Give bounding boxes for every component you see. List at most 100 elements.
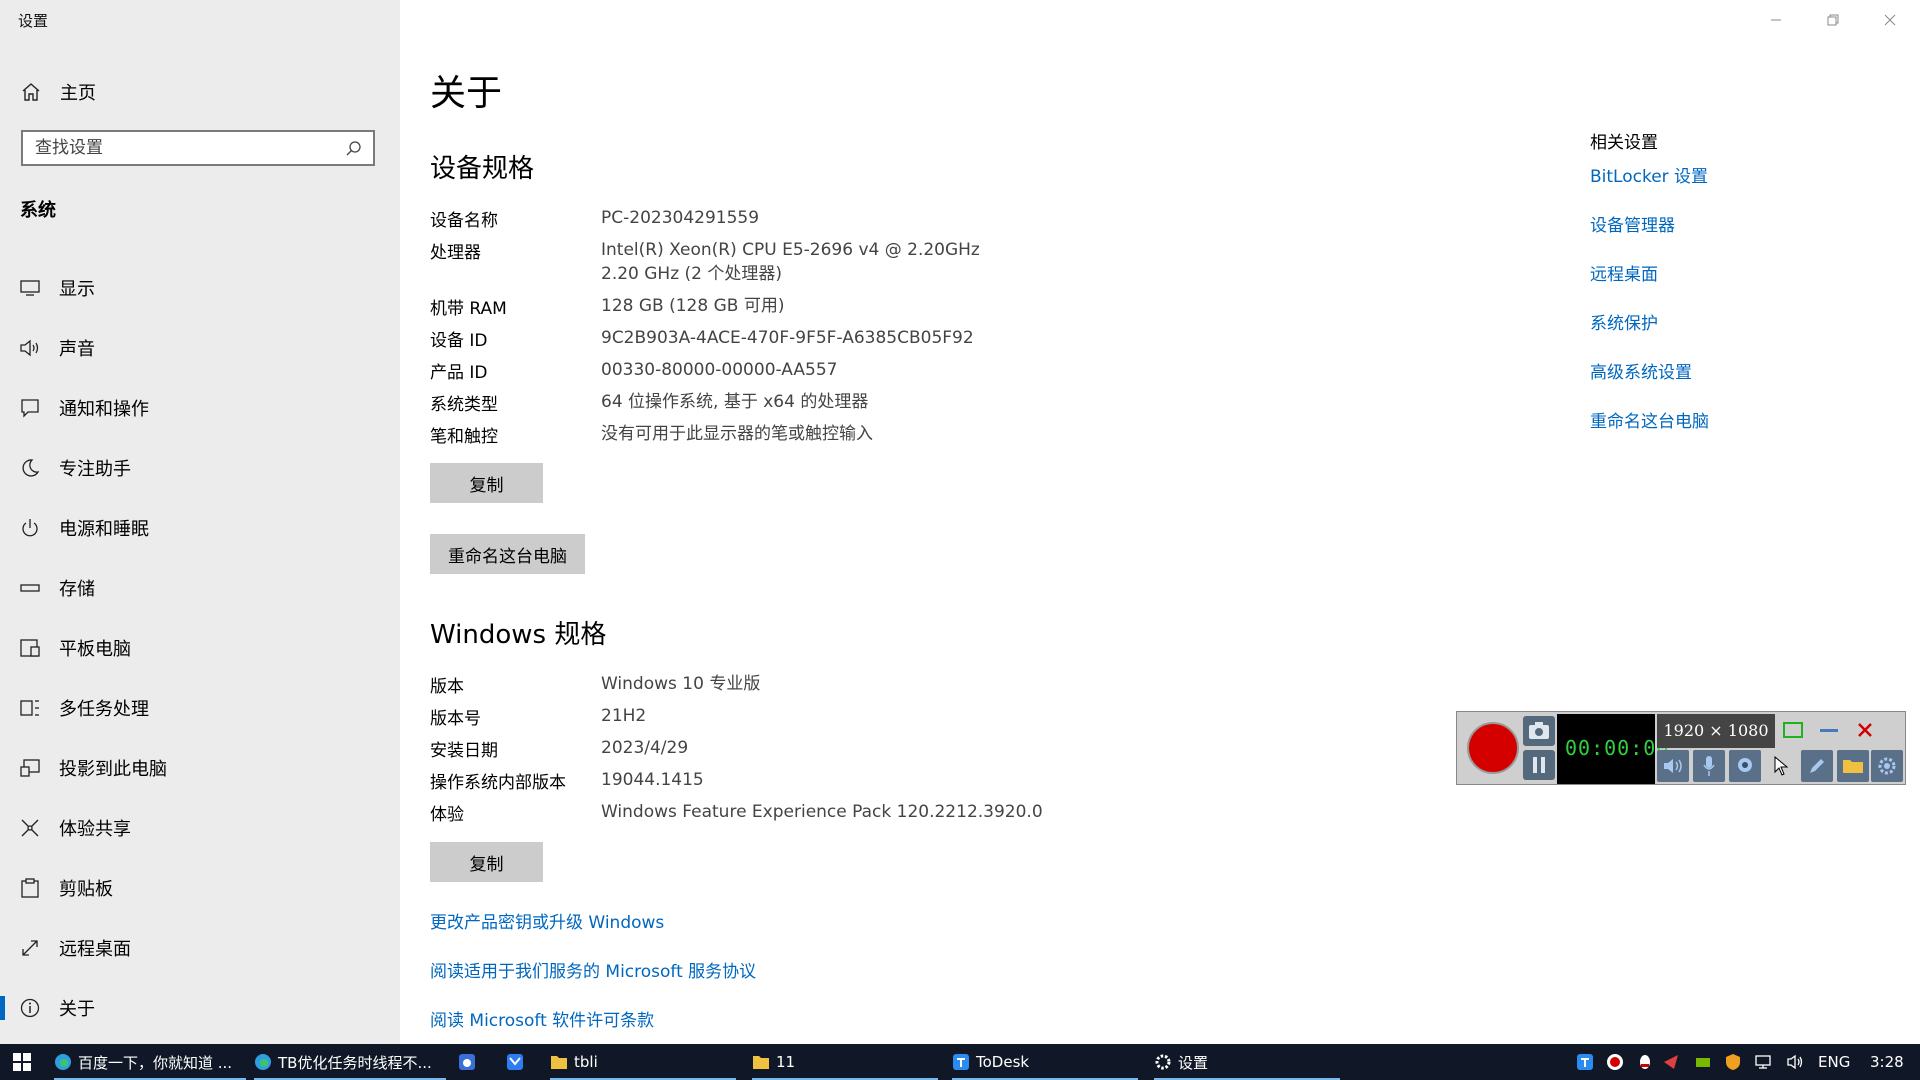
taskbar-item-baidu-netdisk[interactable]	[458, 1044, 486, 1080]
services-agreement-link[interactable]: 阅读适用于我们服务的 Microsoft 服务协议	[430, 957, 756, 982]
camera-icon	[1529, 722, 1549, 739]
change-product-key-link[interactable]: 更改产品密钥或升级 Windows	[430, 908, 664, 933]
open-folder-button[interactable]	[1837, 750, 1869, 782]
todesk-icon	[953, 1054, 969, 1070]
spec-value: 128 GB (128 GB 可用)	[601, 296, 785, 316]
minimize-button[interactable]	[1762, 8, 1790, 32]
app-title: 设置	[18, 12, 49, 30]
spec-value: 21H2	[601, 706, 647, 726]
sidebar-item-label: 通知和操作	[59, 399, 149, 420]
region-button[interactable]	[1777, 714, 1809, 746]
resolution-display[interactable]: 1920 × 1080	[1657, 714, 1775, 748]
moon-icon	[19, 457, 41, 479]
sidebar-item-project[interactable]: 投影到此电脑	[0, 738, 400, 798]
sidebar-item-label: 远程桌面	[59, 939, 131, 960]
pause-button[interactable]	[1523, 750, 1555, 780]
todesk-tray-icon[interactable]	[1576, 1053, 1594, 1071]
copy-windows-specs-button[interactable]: 复制	[430, 842, 543, 882]
taskbar-item-edge-tb[interactable]: TB优化任务时线程不...	[254, 1044, 446, 1080]
taskbar-item-folder-tbli[interactable]: tbli	[550, 1044, 736, 1080]
sidebar-item-notifications[interactable]: 通知和操作	[0, 378, 400, 438]
taskbar-item-todesk[interactable]: ToDesk	[952, 1044, 1138, 1080]
device-manager-link[interactable]: 设备管理器	[1590, 211, 1675, 236]
feishu-tray-icon[interactable]	[1662, 1053, 1680, 1071]
sidebar-item-label: 投影到此电脑	[59, 759, 167, 780]
language-indicator[interactable]: ENG	[1818, 1044, 1852, 1080]
sidebar-item-about[interactable]: 关于	[0, 978, 400, 1038]
project-icon	[19, 757, 41, 779]
taskbar-item-settings[interactable]: 设置	[1154, 1044, 1340, 1080]
folder-icon	[1843, 760, 1863, 773]
sidebar-item-storage[interactable]: 存储	[0, 558, 400, 618]
recorder-close-button[interactable]	[1849, 714, 1881, 746]
spec-value: 9C2B903A-4ACE-470F-9F5F-A6385CB05F92	[601, 328, 974, 348]
sidebar-item-remote-desktop[interactable]: 远程桌面	[0, 918, 400, 978]
spec-key: 操作系统内部版本	[430, 773, 566, 793]
task-label: 11	[776, 1053, 796, 1071]
search-icon[interactable]	[345, 140, 363, 158]
search-input[interactable]	[23, 137, 347, 159]
clock[interactable]: 3:28	[1870, 1044, 1910, 1080]
sidebar-item-shared-experiences[interactable]: 体验共享	[0, 798, 400, 858]
tablet-icon	[19, 637, 41, 659]
record-button[interactable]	[1467, 722, 1519, 774]
recorder-minimize-button[interactable]	[1813, 714, 1845, 746]
screenshot-button[interactable]	[1523, 716, 1555, 746]
system-protection-link[interactable]: 系统保护	[1590, 309, 1658, 334]
sidebar-item-label: 关于	[59, 999, 95, 1020]
sidebar-item-multitasking[interactable]: 多任务处理	[0, 678, 400, 738]
nvidia-tray-icon[interactable]	[1694, 1053, 1712, 1071]
device-specs-heading: 设备规格	[430, 154, 535, 184]
sidebar-item-display[interactable]: 显示	[0, 258, 400, 318]
sidebar-item-clipboard[interactable]: 剪贴板	[0, 858, 400, 918]
spec-key: 版本号	[430, 709, 481, 729]
edge-icon	[55, 1054, 71, 1070]
spec-key: 机带 RAM	[430, 299, 507, 319]
restore-button[interactable]	[1819, 8, 1847, 32]
sidebar-item-power-sleep[interactable]: 电源和睡眠	[0, 498, 400, 558]
share-icon	[19, 817, 41, 839]
search-box[interactable]	[21, 130, 375, 166]
task-label: tbli	[574, 1053, 598, 1071]
spec-row-device-name: 设备名称 PC-202304291559	[430, 206, 1021, 231]
spec-key: 设备名称	[430, 211, 498, 231]
taskbar-item-edge-baidu[interactable]: 百度一下，你就知道 ...	[54, 1044, 246, 1080]
remote-desktop-link[interactable]: 远程桌面	[1590, 260, 1658, 285]
nav-list: 显示 声音 通知和操作 专注助手 电源和睡眠 存储 平板电脑 多任务处理 投影到…	[0, 258, 400, 1038]
webcam-toggle[interactable]	[1729, 750, 1761, 782]
license-terms-link[interactable]: 阅读 Microsoft 软件许可条款	[430, 1006, 654, 1031]
spec-value: 19044.1415	[601, 770, 704, 790]
sidebar-item-focus-assist[interactable]: 专注助手	[0, 438, 400, 498]
bitlocker-settings-link[interactable]: BitLocker 设置	[1590, 162, 1708, 187]
microphone-toggle[interactable]	[1693, 750, 1725, 782]
security-tray-icon[interactable]	[1724, 1053, 1742, 1071]
rename-pc-button[interactable]: 重命名这台电脑	[430, 534, 585, 574]
taskbar-item-folder-11[interactable]: 11	[752, 1044, 938, 1080]
start-button[interactable]	[0, 1044, 44, 1080]
qq-tray-icon[interactable]	[1636, 1053, 1654, 1071]
spec-key: 版本	[430, 677, 464, 697]
copy-device-specs-button[interactable]: 复制	[430, 463, 543, 503]
page-title: 关于	[430, 73, 503, 114]
recorder-tray-icon[interactable]	[1606, 1053, 1624, 1071]
advanced-system-settings-link[interactable]: 高级系统设置	[1590, 358, 1692, 383]
spec-key: 笔和触控	[430, 427, 498, 447]
sidebar-item-label: 平板电脑	[59, 639, 131, 660]
rename-pc-link[interactable]: 重命名这台电脑	[1590, 407, 1709, 432]
spec-value: PC-202304291559	[601, 208, 760, 228]
taskbar-item-feishu[interactable]	[506, 1044, 534, 1080]
cursor-toggle[interactable]	[1765, 750, 1797, 782]
recorder-settings-button[interactable]	[1871, 750, 1903, 782]
sidebar-item-tablet[interactable]: 平板电脑	[0, 618, 400, 678]
speaker-toggle[interactable]	[1657, 750, 1689, 782]
volume-icon[interactable]	[1786, 1053, 1804, 1071]
sidebar-item-label: 电源和睡眠	[59, 519, 149, 540]
spec-value: Intel(R) Xeon(R) CPU E5-2696 v4 @ 2.20GH…	[601, 240, 980, 284]
draw-button[interactable]	[1801, 750, 1833, 782]
spec-row-version: 版本号 21H2	[430, 704, 1021, 729]
sidebar-item-home[interactable]: 主页	[20, 78, 96, 106]
network-icon[interactable]	[1754, 1053, 1772, 1071]
screen-recorder-toolbar: 00:00:00 1920 × 1080	[1456, 711, 1906, 785]
sidebar-item-sound[interactable]: 声音	[0, 318, 400, 378]
close-button[interactable]	[1876, 8, 1904, 32]
